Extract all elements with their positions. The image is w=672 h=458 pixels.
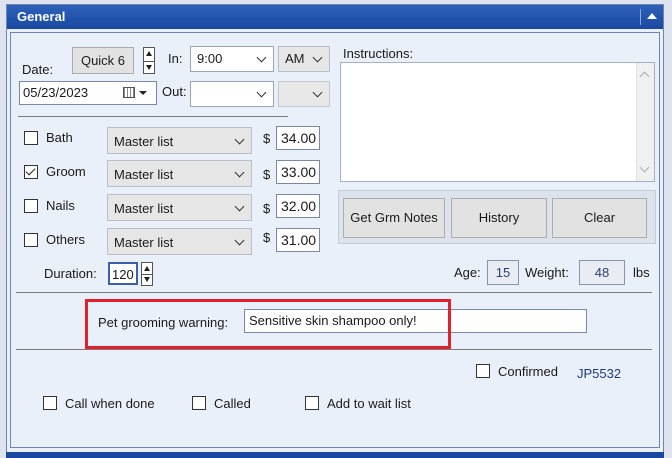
- add-to-wait-list-checkbox[interactable]: [305, 396, 319, 410]
- groom-price-value: 33.00: [281, 164, 317, 180]
- get-grooming-notes-button[interactable]: Get Grm Notes: [343, 198, 445, 238]
- date-field[interactable]: 05/23/2023: [19, 81, 157, 105]
- nails-label: Nails: [46, 198, 75, 213]
- groom-price-field[interactable]: 33.00: [276, 160, 320, 184]
- others-list-value: Master list: [114, 235, 174, 250]
- bottom-strip: [6, 452, 664, 458]
- quick-date-spinner[interactable]: [143, 47, 155, 74]
- spinner-down-icon[interactable]: [144, 277, 150, 282]
- calendar-icon[interactable]: [123, 87, 135, 98]
- nails-price-value: 32.00: [281, 198, 317, 214]
- spinner-down-icon[interactable]: [146, 65, 152, 70]
- in-ampm-value: AM: [285, 51, 305, 66]
- date-label: Date:: [22, 62, 54, 77]
- bath-price-value: 34.00: [281, 130, 317, 146]
- others-currency: $: [263, 230, 271, 245]
- collapse-caret-icon[interactable]: [640, 9, 659, 25]
- confirmed-label: Confirmed: [498, 364, 558, 379]
- weight-unit-label: lbs: [633, 265, 650, 280]
- others-list-select[interactable]: Master list: [107, 228, 252, 255]
- nails-list-select[interactable]: Master list: [107, 194, 252, 221]
- groom-currency: $: [263, 167, 271, 182]
- chevron-down-icon: [256, 52, 267, 63]
- quick-date-button[interactable]: Quick 6: [72, 47, 134, 74]
- spinner-up-icon[interactable]: [146, 51, 152, 56]
- in-time-select[interactable]: 9:00: [190, 46, 274, 72]
- divider: [16, 349, 652, 350]
- others-label: Others: [46, 232, 86, 247]
- in-ampm-select[interactable]: AM: [278, 46, 330, 72]
- bath-currency: $: [263, 131, 271, 146]
- nails-currency: $: [263, 201, 271, 216]
- chevron-down-icon: [312, 87, 323, 98]
- clear-button[interactable]: Clear: [552, 198, 647, 238]
- panel-title-bar: General: [7, 5, 663, 29]
- duration-label: Duration:: [44, 266, 97, 281]
- bath-checkbox[interactable]: [24, 131, 38, 145]
- chevron-down-icon: [234, 167, 245, 178]
- bath-price-field[interactable]: 34.00: [276, 126, 320, 150]
- duration-field[interactable]: 120: [108, 262, 138, 285]
- in-time-label: In:: [168, 51, 183, 66]
- chevron-down-icon: [234, 134, 245, 145]
- nails-checkbox[interactable]: [24, 199, 38, 213]
- chevron-down-icon: [234, 201, 245, 212]
- others-price-field[interactable]: 31.00: [276, 228, 320, 252]
- groom-label: Groom: [46, 164, 86, 179]
- date-value: 05/23/2023: [23, 85, 89, 100]
- others-checkbox[interactable]: [24, 233, 38, 247]
- nails-price-field[interactable]: 32.00: [276, 194, 320, 218]
- call-when-done-label: Call when done: [65, 396, 155, 411]
- duration-spinner[interactable]: [141, 262, 153, 286]
- divider: [16, 292, 652, 293]
- call-when-done-checkbox[interactable]: [43, 396, 57, 410]
- others-price-value: 31.00: [281, 232, 317, 248]
- bath-label: Bath: [46, 130, 73, 145]
- bath-list-value: Master list: [114, 134, 174, 149]
- weight-value: 48: [594, 265, 610, 280]
- groom-list-value: Master list: [114, 167, 174, 182]
- called-label: Called: [214, 396, 251, 411]
- groom-list-select[interactable]: Master list: [107, 160, 252, 187]
- age-label: Age:: [454, 265, 481, 280]
- in-time-value: 9:00: [197, 51, 223, 66]
- out-ampm-select[interactable]: [278, 81, 330, 107]
- warning-highlight-box: [85, 299, 451, 349]
- instructions-label: Instructions:: [343, 46, 414, 61]
- divider: [18, 116, 288, 117]
- add-to-wait-list-label: Add to wait list: [327, 396, 411, 411]
- out-time-select[interactable]: [190, 81, 274, 107]
- called-checkbox[interactable]: [192, 396, 206, 410]
- scroll-down-icon[interactable]: [639, 162, 650, 173]
- chevron-down-icon: [312, 52, 323, 63]
- duration-value: 120: [112, 267, 134, 282]
- history-button[interactable]: History: [451, 198, 547, 238]
- weight-label: Weight:: [525, 265, 569, 280]
- panel-title: General: [17, 9, 66, 24]
- weight-field: 48: [579, 260, 625, 285]
- instructions-textarea[interactable]: [340, 62, 655, 182]
- out-time-label: Out:: [162, 84, 187, 99]
- confirmed-checkbox[interactable]: [476, 364, 490, 378]
- age-value: 15: [495, 265, 511, 280]
- confirmation-code: JP5532: [577, 366, 622, 381]
- date-dropdown-icon[interactable]: [139, 91, 147, 95]
- scroll-up-icon[interactable]: [639, 71, 650, 82]
- chevron-down-icon: [256, 87, 267, 98]
- instructions-scrollbar[interactable]: [636, 63, 654, 181]
- spinner-up-icon[interactable]: [144, 266, 150, 271]
- chevron-down-icon: [234, 235, 245, 246]
- nails-list-value: Master list: [114, 201, 174, 216]
- groom-checkbox[interactable]: [24, 165, 38, 179]
- age-field: 15: [487, 260, 519, 285]
- bath-list-select[interactable]: Master list: [107, 127, 252, 154]
